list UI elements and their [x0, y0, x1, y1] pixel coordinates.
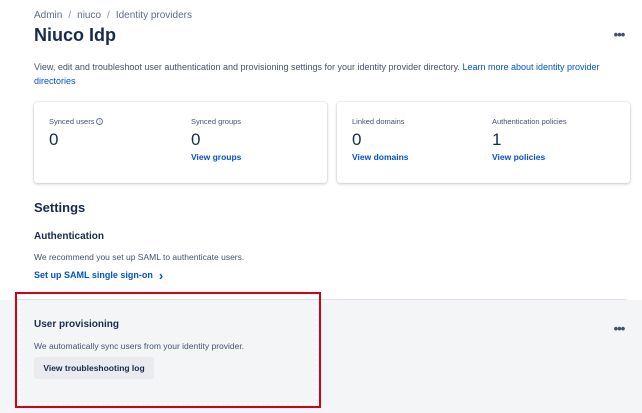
- stat-auth-policies: Authentication policies 1 View policies: [492, 117, 567, 162]
- synced-users-label: Synced users: [49, 117, 95, 126]
- page-description: View, edit and troubleshoot user authent…: [34, 60, 624, 88]
- synced-groups-value: 0: [191, 130, 201, 149]
- breadcrumb-org[interactable]: niuco: [77, 10, 101, 21]
- page-title: Niuco Idp: [34, 25, 116, 45]
- stat-synced-users: Synced users i 0: [49, 117, 104, 150]
- linked-domains-label: Linked domains: [352, 117, 405, 126]
- linked-domains-value: 0: [352, 130, 362, 149]
- synced-users-value: 0: [49, 130, 59, 149]
- authentication-heading: Authentication: [34, 231, 104, 242]
- chevron-right-icon: ›: [158, 267, 164, 283]
- domains-policies-card: Linked domains 0 View domains Authentica…: [337, 102, 630, 183]
- page-more-actions-button[interactable]: •••: [609, 24, 629, 44]
- stat-linked-domains: Linked domains 0 View domains: [352, 117, 409, 162]
- users-groups-card: Synced users i 0 Synced groups 0 View gr…: [34, 102, 327, 183]
- provisioning-more-actions-button[interactable]: •••: [609, 318, 629, 338]
- breadcrumb-identity-providers[interactable]: Identity providers: [116, 10, 192, 21]
- auth-policies-value: 1: [492, 130, 502, 149]
- breadcrumb-separator: /: [107, 10, 110, 21]
- setup-saml-label: Set up SAML single sign-on: [34, 270, 153, 280]
- settings-heading: Settings: [34, 200, 86, 215]
- view-groups-link[interactable]: View groups: [191, 152, 241, 162]
- authentication-description: We recommend you set up SAML to authenti…: [34, 252, 245, 262]
- highlight-annotation-box: [15, 292, 321, 408]
- breadcrumb: Admin / niuco / Identity providers: [34, 10, 192, 21]
- description-text: View, edit and troubleshoot user authent…: [34, 62, 460, 72]
- synced-groups-label: Synced groups: [191, 117, 242, 126]
- stat-label: Synced users i: [49, 117, 104, 126]
- stat-synced-groups: Synced groups 0 View groups: [191, 117, 241, 162]
- view-domains-link[interactable]: View domains: [352, 152, 409, 162]
- breadcrumb-separator: /: [68, 10, 72, 21]
- view-policies-link[interactable]: View policies: [492, 152, 567, 162]
- info-icon[interactable]: i: [96, 118, 104, 125]
- breadcrumb-admin[interactable]: Admin: [34, 10, 62, 21]
- auth-policies-label: Authentication policies: [492, 117, 567, 126]
- setup-saml-link[interactable]: Set up SAML single sign-on ›: [34, 267, 164, 283]
